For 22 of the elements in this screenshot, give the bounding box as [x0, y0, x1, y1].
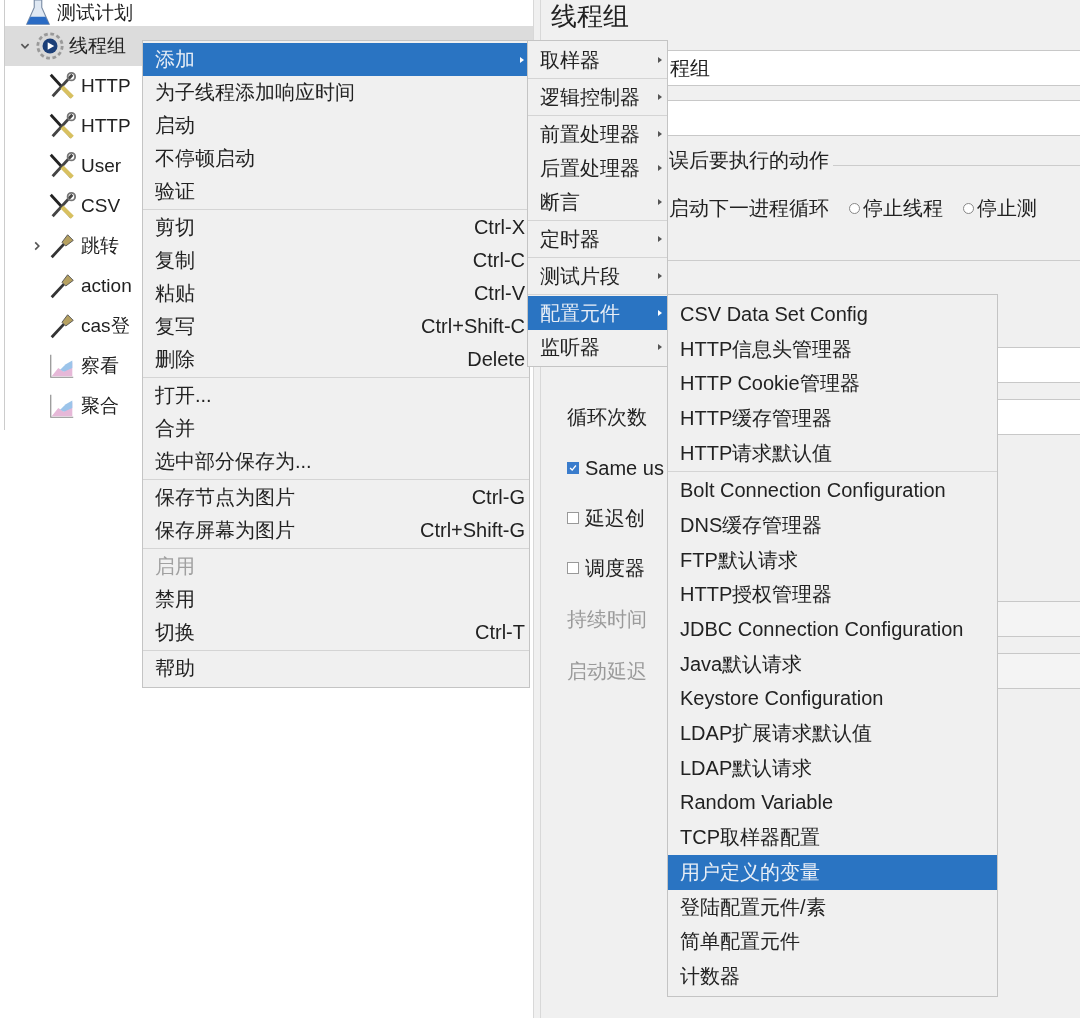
checkbox-label: 延迟创: [585, 505, 645, 531]
field-label: 持续时间: [567, 606, 647, 632]
tree-label: cas登: [81, 314, 130, 338]
tree-label: 线程组: [69, 34, 126, 58]
field-label: 循环次数: [567, 404, 647, 430]
tree-label: User: [81, 155, 122, 177]
section-legend: 误后要执行的动作: [669, 146, 833, 174]
panel-title: 线程组: [551, 0, 630, 32]
tree-label: action: [81, 275, 132, 297]
checkbox-label: 调度器: [585, 555, 645, 581]
tree-label: 聚合: [81, 394, 119, 418]
tree-label: 测试计划: [57, 1, 133, 25]
radio-label: 停止线程: [863, 195, 943, 221]
tree-label: CSV: [81, 195, 121, 217]
tree-label: HTTP: [81, 75, 131, 97]
tree-label: 跳转: [81, 234, 119, 258]
tree-label: HTTP: [81, 115, 131, 137]
checkbox-label: Same us: [585, 456, 664, 480]
radio-label: 停止测: [977, 195, 1037, 221]
field-label: 启动延迟: [567, 658, 647, 684]
tree-label: 察看: [81, 354, 119, 378]
radio-label: 启动下一进程循环: [669, 195, 829, 221]
